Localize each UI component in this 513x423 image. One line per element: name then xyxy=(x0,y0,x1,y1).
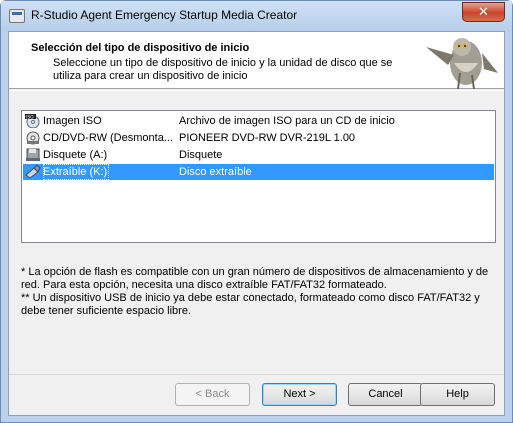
wizard-header: Selección del tipo de dispositivo de ini… xyxy=(9,32,504,90)
device-name: CD/DVD-RW (Desmonta... xyxy=(43,132,173,144)
help-button[interactable]: Help xyxy=(420,383,495,406)
usb-drive-icon xyxy=(25,165,41,179)
svg-text:ISO: ISO xyxy=(26,114,34,120)
device-row-removable[interactable]: Extraíble (K:) Disco extraíble xyxy=(23,164,494,180)
page-title: Selección del tipo de dispositivo de ini… xyxy=(31,42,250,54)
device-list[interactable]: ISO Imagen ISO Archivo de imagen ISO par… xyxy=(21,110,496,243)
device-row-floppy[interactable]: Disquete (A:) Disquete xyxy=(23,147,494,163)
header-divider xyxy=(9,90,504,91)
floppy-drive-icon xyxy=(26,148,40,161)
device-description: Disquete xyxy=(179,149,223,161)
device-name: Extraíble (K:) xyxy=(43,164,110,180)
back-button[interactable]: < Back xyxy=(175,383,250,406)
iso-disc-icon: ISO xyxy=(25,114,40,128)
title-bar[interactable]: R-Studio Agent Emergency Startup Media C… xyxy=(1,1,512,31)
note-usb: ** Un dispositivo USB de inicio ya debe … xyxy=(21,292,480,317)
owl-logo-icon xyxy=(426,38,498,90)
device-row-cd-dvd[interactable]: CD/DVD-RW (Desmonta... PIONEER DVD-RW DV… xyxy=(23,130,494,146)
app-icon xyxy=(9,9,25,23)
close-button[interactable]: ✕ xyxy=(462,2,505,22)
dialog-body: Selección del tipo de dispositivo de ini… xyxy=(8,31,505,416)
wizard-window: R-Studio Agent Emergency Startup Media C… xyxy=(0,0,513,423)
device-row-iso[interactable]: ISO Imagen ISO Archivo de imagen ISO par… xyxy=(23,113,494,129)
device-name: Disquete (A:) xyxy=(43,149,108,161)
device-description: Disco extraíble xyxy=(179,166,252,178)
note-flash: * La opción de flash es compatible con u… xyxy=(21,266,489,291)
optical-drive-icon xyxy=(26,131,40,145)
cancel-button[interactable]: Cancel xyxy=(348,383,423,406)
button-divider xyxy=(9,374,504,375)
device-description: PIONEER DVD-RW DVR-219L 1.00 xyxy=(179,132,356,144)
page-subtitle: Seleccione un tipo de dispositivo de ini… xyxy=(53,57,393,82)
window-title: R-Studio Agent Emergency Startup Media C… xyxy=(31,8,298,22)
info-notes: * La opción de flash es compatible con u… xyxy=(21,266,499,318)
device-name: Imagen ISO xyxy=(43,115,102,127)
next-button[interactable]: Next > xyxy=(262,383,337,406)
device-description: Archivo de imagen ISO para un CD de inic… xyxy=(179,115,395,127)
